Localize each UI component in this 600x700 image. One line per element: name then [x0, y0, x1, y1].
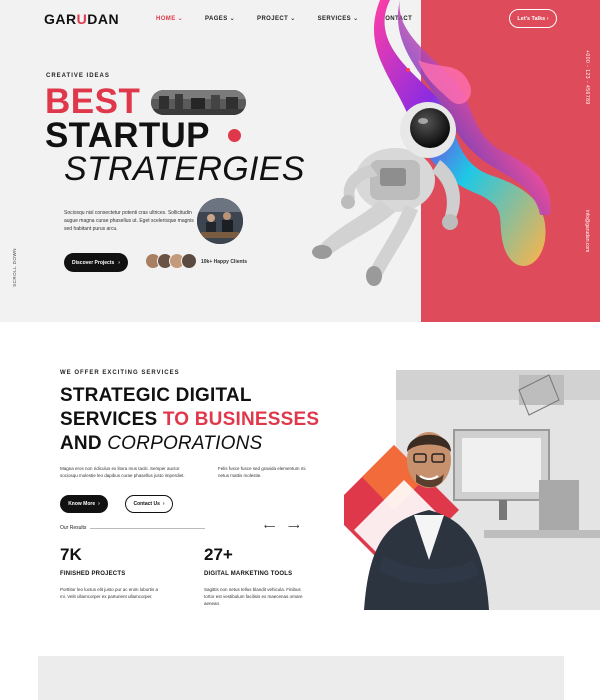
stat-description: Sagittis non netus tellus blandit vehicu…: [204, 587, 303, 606]
stat-number: 27+: [204, 545, 233, 564]
heading-text: STRATEGIC DIGITAL: [60, 385, 252, 406]
services-heading-line3: AND CORPORATIONS: [60, 434, 262, 453]
logo[interactable]: GARUDAN: [44, 11, 119, 27]
astronaut-illustration: [312, 0, 551, 286]
chevron-right-icon: ›: [162, 501, 165, 507]
side-email-text: info@garudan.com: [584, 210, 590, 253]
chevron-down-icon: ⌄: [177, 16, 184, 22]
nav-label: HOME: [156, 15, 176, 22]
red-dot-icon: [228, 129, 241, 142]
nav-label: PAGES: [205, 15, 228, 22]
logo-text-start: GAR: [44, 11, 77, 27]
button-label: Discover Projects: [72, 259, 115, 266]
chevron-right-icon: ›: [98, 501, 100, 507]
services-heading-line1: STRATEGIC DIGITAL: [60, 386, 252, 405]
know-more-button[interactable]: Know More ›: [60, 495, 108, 513]
logo-text-end: DAN: [87, 11, 120, 27]
nav-item-project[interactable]: PROJECT ⌄: [257, 15, 296, 23]
contact-us-button[interactable]: Contact Us ›: [125, 495, 173, 513]
hero-heading-strategies: STRATERGIES: [64, 150, 305, 188]
hero-heading-startup: STARTUP: [45, 116, 210, 155]
team-circle-image: [197, 198, 243, 244]
stat-number: 7K: [60, 545, 82, 564]
nav-label: PROJECT: [257, 15, 289, 22]
stat-description: Porttitor leo luctus elit justo pur ac e…: [60, 587, 159, 599]
services-eyebrow: WE OFFER EXCITING SERVICES: [60, 370, 180, 376]
heading-text-italic: CORPORATIONS: [107, 433, 263, 454]
stat-label: DIGITAL MARKETING TOOLS: [204, 571, 293, 577]
hero-heading-best: BEST: [45, 82, 141, 121]
results-divider: [90, 528, 205, 529]
scroll-down-text[interactable]: SCROLL DOWN: [12, 248, 17, 287]
side-phone-text: +000 - 123 - 456789: [584, 50, 590, 105]
arrow-right-icon[interactable]: ⟶: [288, 522, 299, 531]
heading-text-highlight: TO BUSINESSES: [162, 409, 320, 430]
chevron-down-icon: ⌄: [229, 16, 236, 22]
results-label: Our Results: [60, 525, 87, 531]
chevron-right-icon: ›: [118, 259, 120, 266]
stat-label: FINISHED PROJECTS: [60, 571, 126, 577]
discover-projects-button[interactable]: Discover Projects ›: [64, 253, 128, 272]
button-label: Know More: [68, 501, 96, 507]
button-label: Contact Us: [133, 501, 160, 507]
businessman-photo: [344, 370, 600, 610]
hero-description: Sociosqu nisl consectetur potenti cras u…: [64, 210, 194, 232]
nav-item-pages[interactable]: PAGES ⌄: [205, 15, 236, 23]
services-paragraph-1: Magna eros non ridiculus ex litora mus t…: [60, 466, 185, 478]
avatar: [181, 253, 197, 269]
nav-item-home[interactable]: HOME ⌄: [156, 15, 184, 23]
heading-text: SERVICES: [60, 409, 163, 430]
heading-text: AND: [60, 433, 108, 454]
services-paragraph-2: Felis fusce fusce sed gravida elementum …: [218, 466, 306, 478]
hero-section: GARUDAN HOME ⌄ PAGES ⌄ PROJECT ⌄ SERVICE…: [0, 0, 600, 322]
office-pill-image: [151, 90, 246, 115]
services-heading-line2: SERVICES TO BUSINESSES: [60, 410, 319, 429]
arrow-left-icon[interactable]: ⟵: [264, 522, 275, 531]
logo-text-highlight: U: [76, 11, 88, 27]
next-section-panel: [38, 656, 564, 700]
hero-eyebrow: CREATIVE IDEAS: [46, 73, 110, 79]
happy-clients-text: 10k+ Happy Clients: [201, 259, 247, 265]
chevron-down-icon: ⌄: [290, 16, 296, 22]
client-avatars: [145, 253, 197, 269]
